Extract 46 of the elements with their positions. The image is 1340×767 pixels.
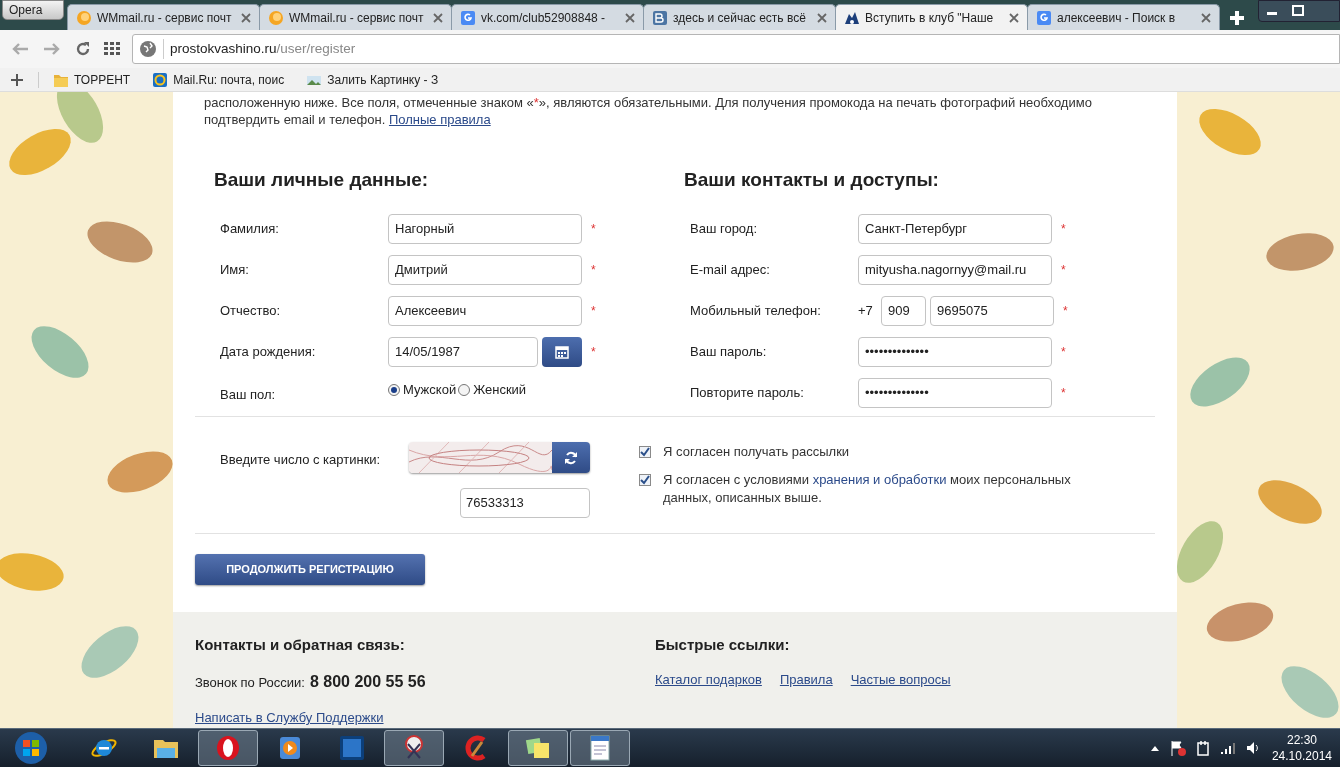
clock[interactable]: 22:30 24.10.2014 [1271,732,1332,764]
signal-icon[interactable] [1219,741,1236,755]
close-icon[interactable] [241,12,251,23]
globe-icon [139,40,157,58]
at-sign-icon [152,71,169,88]
tab-title: алексеевич - Поиск в [1057,9,1176,27]
letter-tile-icon [460,9,476,26]
flag-icon[interactable] [1169,740,1186,756]
tab-title: WMmail.ru - сервис почт [289,9,424,27]
bookmark[interactable]: Залить Картинку - З [304,70,441,89]
close-icon[interactable] [1009,12,1019,23]
taskbar-app[interactable] [570,730,630,766]
ball-icon [76,9,92,26]
show-hidden-icon[interactable] [1149,744,1160,752]
browser-tab[interactable]: vk.com/club52908848 - [451,4,644,30]
add-bookmark-icon[interactable] [10,72,24,87]
close-icon[interactable] [625,12,635,23]
letter-tile-icon [652,9,668,26]
volume-icon[interactable] [1245,741,1260,755]
menu-button[interactable]: Opera [2,0,64,20]
bookmark[interactable]: Mail.Ru: почта, поис [150,70,287,89]
taskbar-app[interactable] [384,730,444,766]
browser-tab[interactable]: алексеевич - Поиск в [1027,4,1220,30]
windows-logo-icon [14,731,48,765]
tab-title: здесь и сейчас есть всё [673,9,806,27]
close-icon[interactable] [1201,12,1211,23]
taskbar-app[interactable] [508,730,568,766]
browser-tab[interactable]: WMmail.ru - сервис почт [259,4,452,30]
tab-title: vk.com/club52908848 - [481,9,606,27]
browser-tab[interactable]: WMmail.ru - сервис почт [67,4,260,30]
speed-dial-icon[interactable] [104,42,120,56]
close-icon[interactable] [433,12,443,23]
browser-tab[interactable]: здесь и сейчас есть всё [643,4,836,30]
taskbar-app[interactable] [198,730,258,766]
letter-tile-icon [1036,9,1052,26]
browser-tab[interactable]: Вступить в клуб "Наше [835,4,1028,30]
ring-icon [214,734,242,762]
tab-title: WMmail.ru - сервис почт [97,9,232,27]
tab-title: Вступить в клуб "Наше [865,9,994,27]
new-tab-icon[interactable] [1228,9,1246,27]
app-tile-icon [338,734,366,762]
bookmark[interactable]: ТОРРЕНТ [51,70,133,89]
reload-icon[interactable] [74,40,92,58]
address-field[interactable]: prostokvashino.ru/user/register [132,34,1340,64]
ball-icon [268,9,284,26]
close-icon[interactable] [817,12,827,23]
